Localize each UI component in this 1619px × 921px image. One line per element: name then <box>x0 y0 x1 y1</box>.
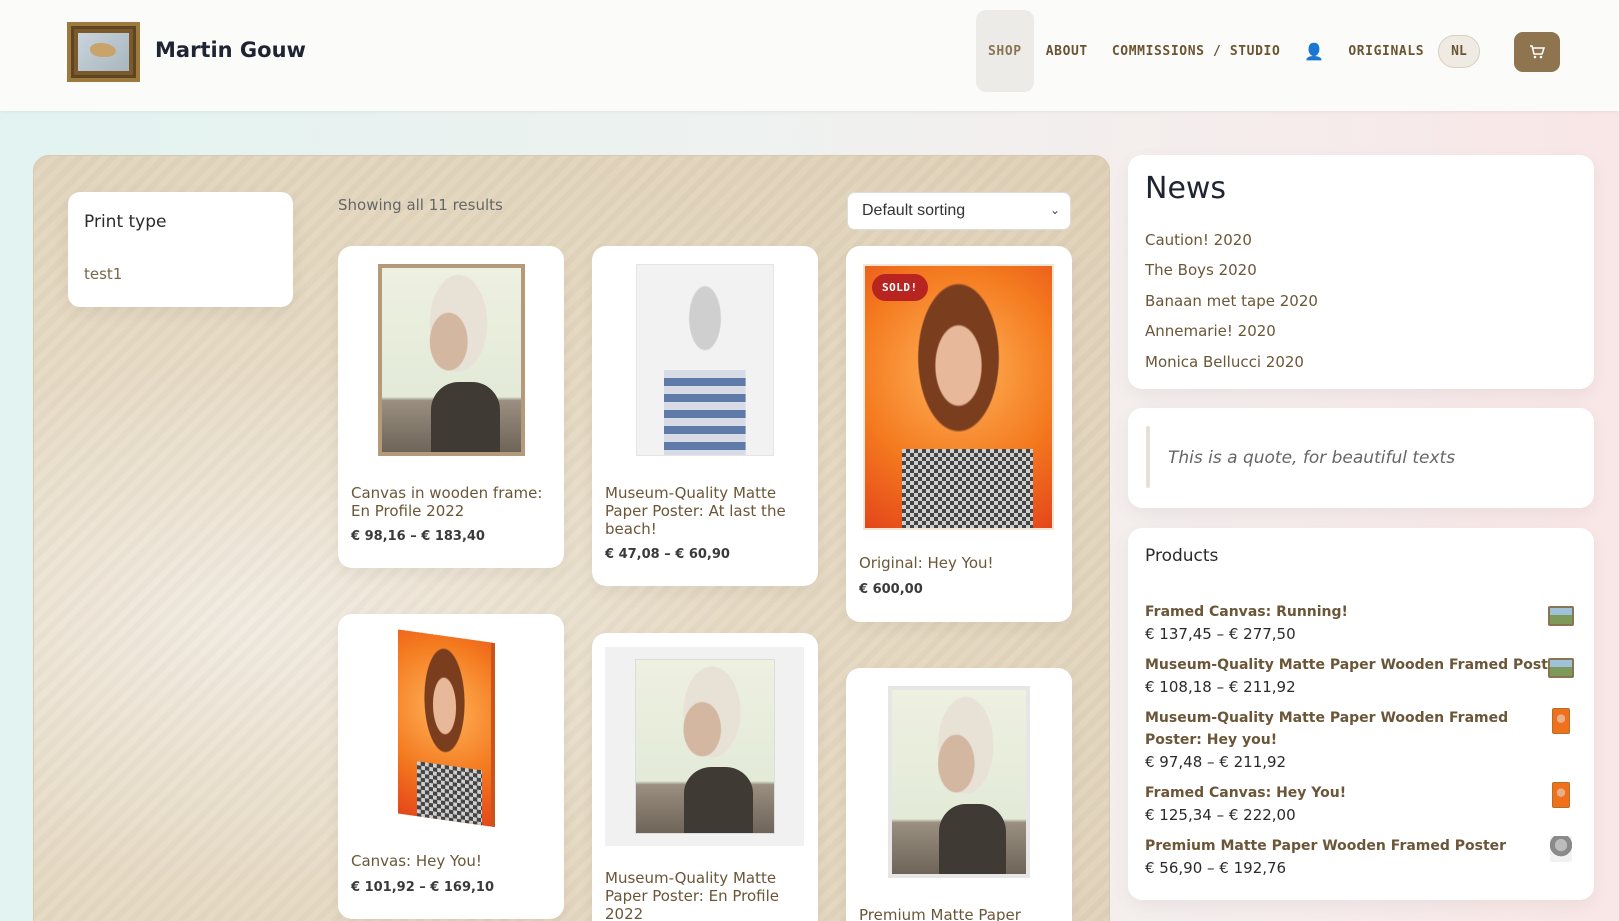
nav-shop[interactable]: SHOP <box>976 10 1034 92</box>
product-thumbnail[interactable] <box>1550 836 1572 862</box>
product-card[interactable]: SOLD! Original: Hey You! € 600,00 <box>846 246 1072 622</box>
news-item[interactable]: Banaan met tape 2020 <box>1145 292 1318 310</box>
cart-icon <box>1530 45 1545 59</box>
filter-option[interactable]: test1 <box>84 265 122 283</box>
sidebar-product-price: € 97,48 – € 211,92 <box>1145 753 1287 771</box>
cart-button[interactable] <box>1514 32 1560 72</box>
sidebar-product-name[interactable]: Framed Canvas: Hey You! <box>1145 782 1346 804</box>
filter-title: Print type <box>84 212 167 232</box>
quote-widget: This is a quote, for beautiful texts <box>1128 408 1594 508</box>
product-thumbnail[interactable] <box>1548 606 1574 626</box>
result-count: Showing all 11 results <box>338 196 503 214</box>
product-card[interactable]: Museum-Quality Matte Paper Poster: En Pr… <box>592 633 818 921</box>
sidebar-product-price: € 125,34 – € 222,00 <box>1145 806 1296 824</box>
sort-selected-value: Default sorting <box>862 202 966 219</box>
chevron-down-icon: ⌄ <box>1049 203 1060 217</box>
product-image[interactable] <box>378 264 525 456</box>
product-image[interactable] <box>888 686 1030 878</box>
product-name[interactable]: Canvas: Hey You! <box>351 852 551 870</box>
site-logo[interactable] <box>67 22 140 82</box>
filter-widget: Print type test1 <box>68 192 293 307</box>
site-header: Martin Gouw SHOP ABOUT COMMISSIONS / STU… <box>0 0 1619 111</box>
site-title[interactable]: Martin Gouw <box>155 38 306 62</box>
sidebar-product-name[interactable]: Museum-Quality Matte Paper Wooden Framed… <box>1145 707 1550 751</box>
sidebar-product-name[interactable]: Museum-Quality Matte Paper Wooden Framed… <box>1145 654 1564 676</box>
sidebar-product-price: € 137,45 – € 277,50 <box>1145 625 1296 643</box>
product-thumbnail[interactable] <box>1548 658 1574 678</box>
product-card[interactable]: Premium Matte Paper <box>846 668 1072 921</box>
sidebar-product-name[interactable]: Framed Canvas: Running! <box>1145 601 1348 623</box>
product-thumbnail[interactable] <box>1552 708 1570 734</box>
news-item[interactable]: Monica Bellucci 2020 <box>1145 353 1304 371</box>
news-item[interactable]: Annemarie! 2020 <box>1145 322 1276 340</box>
sidebar-product-price: € 108,18 – € 211,92 <box>1145 678 1296 696</box>
nav-commissions[interactable]: COMMISSIONS / STUDIO <box>1100 10 1293 92</box>
sold-badge: SOLD! <box>872 274 928 301</box>
sort-select[interactable]: Default sorting ⌄ <box>847 192 1071 230</box>
user-icon[interactable]: 👤 <box>1292 42 1336 61</box>
products-widget: Products Framed Canvas: Running! € 137,4… <box>1128 528 1594 900</box>
product-name[interactable]: Canvas in wooden frame: En Profile 2022 <box>351 484 551 520</box>
quote-text: This is a quote, for beautiful texts <box>1168 448 1456 468</box>
sidebar-product-price: € 56,90 – € 192,76 <box>1145 859 1287 877</box>
product-image[interactable] <box>636 264 774 456</box>
main-nav: SHOP ABOUT COMMISSIONS / STUDIO 👤 ORIGIN… <box>976 10 1480 92</box>
news-title: News <box>1145 171 1227 206</box>
product-card[interactable]: Canvas in wooden frame: En Profile 2022 … <box>338 246 564 568</box>
nav-about[interactable]: ABOUT <box>1034 10 1100 92</box>
product-card[interactable]: Museum-Quality Matte Paper Poster: At la… <box>592 246 818 586</box>
product-image[interactable] <box>398 629 491 827</box>
product-name[interactable]: Original: Hey You! <box>859 554 1059 572</box>
product-name[interactable]: Museum-Quality Matte Paper Poster: En Pr… <box>605 869 805 921</box>
product-price: € 98,16 – € 183,40 <box>351 529 485 544</box>
sidebar-product-name[interactable]: Premium Matte Paper Wooden Framed Poster <box>1145 835 1506 857</box>
quote-bar <box>1146 426 1150 488</box>
news-item[interactable]: The Boys 2020 <box>1145 261 1257 279</box>
product-thumbnail[interactable] <box>1552 782 1570 808</box>
language-switcher[interactable]: NL <box>1438 34 1480 68</box>
product-image[interactable] <box>863 264 1054 530</box>
news-item[interactable]: Caution! 2020 <box>1145 231 1252 249</box>
product-price: € 47,08 – € 60,90 <box>605 547 730 562</box>
product-image[interactable] <box>605 647 804 846</box>
product-name[interactable]: Premium Matte Paper <box>859 906 1059 921</box>
product-card[interactable]: Canvas: Hey You! € 101,92 – € 169,10 <box>338 614 564 919</box>
products-title: Products <box>1145 546 1219 566</box>
product-name[interactable]: Museum-Quality Matte Paper Poster: At la… <box>605 484 805 538</box>
product-price: € 101,92 – € 169,10 <box>351 880 495 895</box>
product-price: € 600,00 <box>859 582 923 597</box>
nav-originals[interactable]: ORIGINALS <box>1336 10 1436 92</box>
news-widget: News Caution! 2020 The Boys 2020 Banaan … <box>1128 155 1594 389</box>
